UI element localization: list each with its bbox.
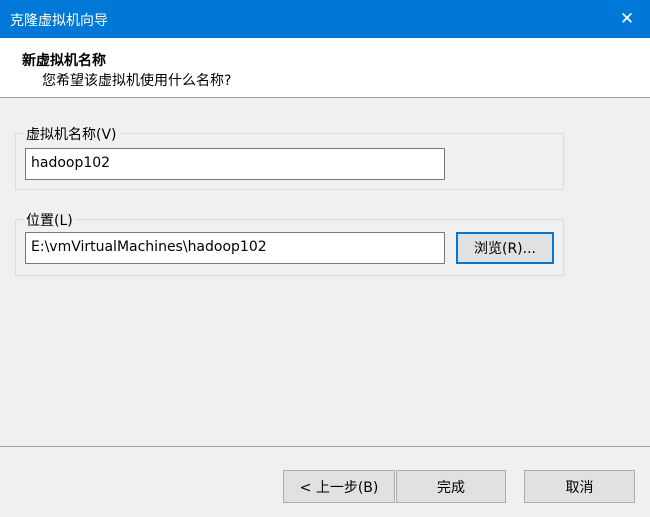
location-group-label: 位置(L) [24,210,75,230]
wizard-header: 新虚拟机名称 您希望该虚拟机使用什么名称? [0,38,650,98]
window-title: 克隆虚拟机向导 [10,13,108,29]
browse-button[interactable]: 浏览(R)... [456,232,554,264]
title-bar: 克隆虚拟机向导 ✕ [0,0,650,38]
close-button[interactable]: ✕ [604,0,650,38]
back-button[interactable]: < 上一步(B) [283,470,395,503]
finish-button[interactable]: 完成 [396,470,506,503]
cancel-button[interactable]: 取消 [524,470,635,503]
page-subtitle: 您希望该虚拟机使用什么名称? [42,73,232,89]
name-group-label: 虚拟机名称(V) [24,124,119,144]
footer-separator [0,446,650,447]
vm-location-input[interactable]: E:\vmVirtualMachines\hadoop102 [25,232,445,264]
page-title: 新虚拟机名称 [22,53,106,69]
vm-name-input[interactable]: hadoop102 [25,148,445,180]
close-icon: ✕ [619,9,635,29]
